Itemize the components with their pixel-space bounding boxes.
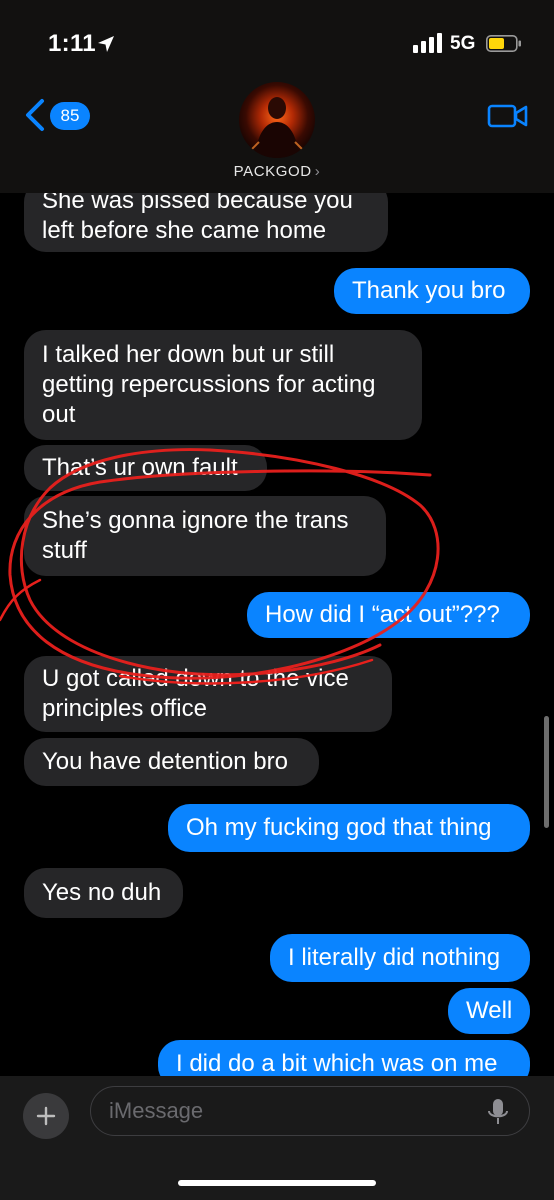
- video-camera-icon[interactable]: [487, 101, 529, 131]
- message-text: I did do a bit which was on me: [176, 1050, 498, 1077]
- message-text: I talked her down but ur still: [42, 341, 335, 368]
- signal-bars-icon: [413, 33, 442, 53]
- message-text: stuff: [42, 537, 87, 564]
- message-bubble-incoming[interactable]: Yes no duh: [24, 868, 183, 918]
- message-text: Well: [466, 997, 513, 1024]
- message-bubble-incoming[interactable]: I talked her down but ur still getting re…: [24, 330, 422, 440]
- message-text: U got called down to the vice: [42, 665, 349, 692]
- message-bubble-outgoing[interactable]: Thank you bro: [334, 268, 530, 314]
- network-type: 5G: [450, 33, 476, 54]
- message-bubble-outgoing[interactable]: I literally did nothing: [270, 934, 530, 982]
- message-text: You have detention bro: [42, 748, 288, 775]
- message-text: She’s gonna ignore the trans: [42, 507, 349, 534]
- message-text: I literally did nothing: [288, 944, 501, 971]
- message-text: Yes no duh: [42, 879, 162, 906]
- message-text: How did I “act out”???: [265, 601, 500, 628]
- avatar-figure-icon: [246, 97, 308, 158]
- contact-name: PACKGOD: [233, 163, 312, 180]
- message-text: That’s ur own fault: [42, 454, 238, 481]
- message-text: principles office: [42, 695, 207, 722]
- message-text: Thank you bro: [352, 277, 506, 304]
- conversation-header: 1:11 5G 85 PACKGOD ›: [0, 0, 554, 193]
- message-bubble-incoming[interactable]: You have detention bro: [24, 738, 319, 786]
- message-bubble-incoming[interactable]: She’s gonna ignore the trans stuff: [24, 496, 386, 576]
- microphone-icon[interactable]: [486, 1097, 510, 1127]
- message-bubble-outgoing[interactable]: Oh my fucking god that thing: [168, 804, 530, 852]
- status-time: 1:11: [48, 30, 96, 57]
- status-bar: 1:11 5G: [0, 0, 554, 90]
- plus-button[interactable]: [23, 1093, 69, 1139]
- contact-name-button[interactable]: PACKGOD ›: [0, 163, 554, 180]
- message-bubble-incoming[interactable]: U got called down to the vice principles …: [24, 656, 392, 732]
- message-bubble-outgoing[interactable]: Well: [448, 988, 530, 1034]
- battery-icon: [486, 35, 521, 52]
- message-text: left before she came home: [42, 217, 327, 244]
- plus-icon: [36, 1106, 56, 1126]
- chevron-right-icon: ›: [314, 163, 321, 180]
- location-arrow-icon: [98, 36, 114, 52]
- message-input-placeholder: iMessage: [109, 1098, 204, 1123]
- message-input[interactable]: iMessage: [90, 1086, 530, 1136]
- chevron-left-icon[interactable]: [20, 98, 50, 132]
- unread-count-badge[interactable]: 85: [50, 102, 90, 130]
- message-bubble-outgoing[interactable]: How did I “act out”???: [247, 592, 530, 638]
- avatar[interactable]: [239, 82, 315, 158]
- message-text: Oh my fucking god that thing: [186, 814, 492, 841]
- home-indicator[interactable]: [178, 1180, 376, 1186]
- message-bubble-incoming[interactable]: That’s ur own fault: [24, 445, 267, 491]
- scroll-indicator[interactable]: [544, 716, 549, 828]
- message-text: out: [42, 401, 76, 428]
- message-text: getting repercussions for acting: [42, 371, 376, 398]
